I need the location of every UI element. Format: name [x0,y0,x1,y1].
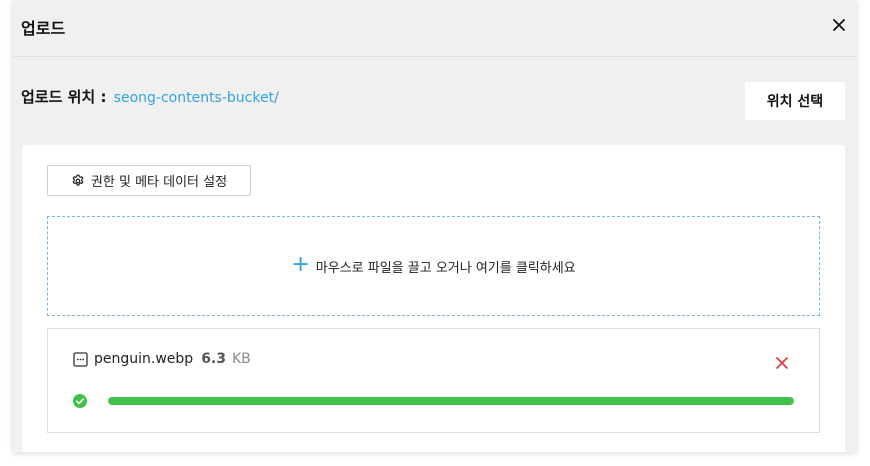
upload-location-label: 업로드 위치 : [21,88,112,106]
file-dropzone[interactable]: + 마우스로 파일을 끌고 오거나 여기를 클릭하세요 [47,216,820,316]
file-name: penguin.webp [94,351,194,367]
permissions-metadata-button[interactable]: 권한 및 메타 데이터 설정 [47,165,251,196]
close-button[interactable] [830,16,848,34]
permissions-metadata-label: 권한 및 메타 데이터 설정 [90,175,228,190]
plus-icon: + [291,252,310,277]
modal-header: 업로드 [13,0,856,57]
upload-modal: 업로드 업로드 위치 : seong-contents-bucket/ 위치 선… [13,0,856,452]
upload-progress-bar [108,397,794,405]
file-size-value: 6.3 [201,351,226,367]
upload-location-value[interactable]: seong-contents-bucket/ [114,90,279,106]
upload-panel: 권한 및 메타 데이터 설정 + 마우스로 파일을 끌고 오거나 여기를 클릭하… [22,145,845,452]
file-info: penguin.webp 6.3 KB [73,351,251,367]
close-icon [776,357,788,369]
upload-progress-fill [108,397,794,405]
modal-title: 업로드 [21,19,66,38]
gear-icon [72,174,84,186]
file-icon [73,351,88,367]
file-size-unit: KB [232,351,251,367]
select-location-button[interactable]: 위치 선택 [745,82,845,120]
upload-location: 업로드 위치 : seong-contents-bucket/ [21,86,279,107]
check-circle-icon [73,394,87,408]
file-list-item: penguin.webp 6.3 KB [47,328,820,433]
remove-file-button[interactable] [775,355,789,369]
close-icon [833,19,845,31]
dropzone-text: 마우스로 파일을 끌고 오거나 여기를 클릭하세요 [315,260,576,276]
